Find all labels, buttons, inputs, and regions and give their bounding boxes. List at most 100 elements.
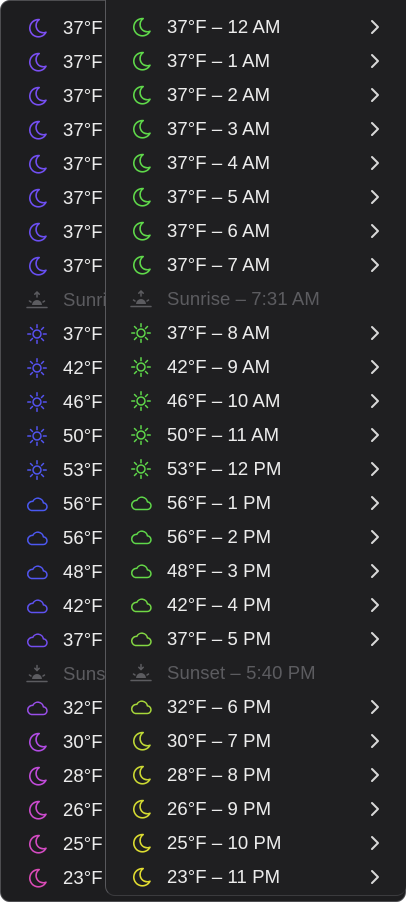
sunset-icon — [25, 662, 49, 686]
menu-item-label: 37°F — [63, 119, 103, 140]
menu-item-label: 48°F – 3 PM — [167, 560, 272, 581]
chevron-right-icon — [369, 19, 381, 35]
menu-item-label: 42°F — [63, 357, 103, 378]
menu-item-label: 25°F – 10 PM — [167, 832, 282, 853]
menu-item[interactable]: 25°F – 10 PM — [106, 825, 406, 859]
menu-item-label: 37°F — [63, 153, 103, 174]
cloud-icon — [129, 559, 153, 583]
menu-item-label: 23°F – 11 PM — [167, 866, 281, 887]
menu-item-label: 46°F — [63, 391, 103, 412]
chevron-right-icon — [369, 325, 381, 341]
menu-item-label: 37°F — [63, 629, 103, 650]
chevron-right-icon — [369, 563, 381, 579]
chevron-right-icon — [369, 189, 381, 205]
menu-item[interactable]: 37°F – 4 AM — [106, 145, 406, 179]
menu-item-label: 37°F — [63, 17, 103, 38]
menu-item-label: 42°F – 4 PM — [167, 594, 272, 615]
menu-item[interactable]: 37°F – 5 AM — [106, 179, 406, 213]
menu-item[interactable]: 42°F – 4 PM — [106, 587, 406, 621]
menu-item-label: 28°F — [63, 765, 103, 786]
moon-icon — [129, 797, 153, 821]
chevron-right-icon — [369, 733, 381, 749]
chevron-right-icon — [369, 155, 381, 171]
chevron-right-icon — [369, 529, 381, 545]
sunrise-icon — [25, 288, 49, 312]
cloud-icon — [25, 560, 49, 584]
menu-item[interactable]: 56°F – 2 PM — [106, 519, 406, 553]
menu-item[interactable]: 42°F – 9 AM — [106, 349, 406, 383]
moon-icon — [25, 798, 49, 822]
menu-item-label: 37°F – 2 AM — [167, 84, 271, 105]
menu-item-label: 50°F – 11 AM — [167, 424, 280, 445]
moon-icon — [129, 83, 153, 107]
cloud-icon — [129, 525, 153, 549]
menu-item[interactable]: 37°F – 1 AM — [106, 43, 406, 77]
menu-item-label: 48°F — [63, 561, 103, 582]
menu-item[interactable]: 37°F – 2 AM — [106, 77, 406, 111]
moon-icon — [129, 15, 153, 39]
sun-icon — [129, 355, 153, 379]
moon-icon — [25, 866, 49, 890]
menu-item-label: 32°F — [63, 697, 103, 718]
menu-item-label: 53°F — [63, 459, 103, 480]
menu-item-label: 50°F — [63, 425, 103, 446]
menu-item[interactable]: 26°F – 9 PM — [106, 791, 406, 825]
menu-item-label: 37°F — [63, 85, 103, 106]
menu-item-label: 30°F – 7 PM — [167, 730, 272, 751]
menu-item-label: Sunset – 5:40 PM — [167, 662, 316, 683]
menu-item-label: 25°F — [63, 833, 103, 854]
sun-icon — [25, 356, 49, 380]
menu-item[interactable]: 50°F – 11 AM — [106, 417, 406, 451]
chevron-right-icon — [369, 427, 381, 443]
moon-icon — [25, 186, 49, 210]
menu-item[interactable]: 37°F – 6 AM — [106, 213, 406, 247]
cloud-icon — [129, 491, 153, 515]
menu-item-label: 37°F – 12 AM — [167, 16, 281, 37]
moon-icon — [25, 764, 49, 788]
menu-item[interactable]: 37°F – 8 AM — [106, 315, 406, 349]
chevron-right-icon — [369, 495, 381, 511]
moon-icon — [129, 151, 153, 175]
moon-icon — [25, 832, 49, 856]
cloud-icon — [25, 526, 49, 550]
sun-icon — [25, 390, 49, 414]
cloud-icon — [25, 594, 49, 618]
menu-item-label: 37°F – 8 AM — [167, 322, 271, 343]
menu-item[interactable]: 46°F – 10 AM — [106, 383, 406, 417]
menu-item-label: 37°F — [63, 255, 103, 276]
sunrise-icon — [129, 287, 153, 311]
sun-icon — [25, 322, 49, 346]
chevron-right-icon — [369, 869, 381, 885]
chevron-right-icon — [369, 257, 381, 273]
moon-icon — [25, 84, 49, 108]
menu-item-label: 37°F — [63, 51, 103, 72]
menu-item-label: 42°F – 9 AM — [167, 356, 271, 377]
menu-item-label: 37°F – 6 AM — [167, 220, 271, 241]
menu-item[interactable]: 32°F – 6 PM — [106, 689, 406, 723]
menu-item-label: 37°F — [63, 187, 103, 208]
chevron-right-icon — [369, 223, 381, 239]
moon-icon — [25, 152, 49, 176]
menu-item[interactable]: 48°F – 3 PM — [106, 553, 406, 587]
menu-item[interactable]: 37°F – 3 AM — [106, 111, 406, 145]
menu-item[interactable]: 56°F – 1 PM — [106, 485, 406, 519]
menu-item[interactable]: 37°F – 5 PM — [106, 621, 406, 655]
menu-item[interactable]: 37°F – 7 AM — [106, 247, 406, 281]
menu-item[interactable]: 53°F – 12 PM — [106, 451, 406, 485]
moon-icon — [25, 220, 49, 244]
sun-icon — [25, 424, 49, 448]
cloud-icon — [25, 696, 49, 720]
menu-item-label: 37°F – 7 AM — [167, 254, 271, 275]
menu-item[interactable]: 28°F – 8 PM — [106, 757, 406, 791]
menu-item[interactable]: 37°F – 12 AM — [106, 9, 406, 43]
chevron-right-icon — [369, 835, 381, 851]
menu-item[interactable]: 23°F – 11 PM — [106, 859, 406, 893]
chevron-right-icon — [369, 801, 381, 817]
menu-item[interactable]: 30°F – 7 PM — [106, 723, 406, 757]
sun-icon — [25, 458, 49, 482]
chevron-right-icon — [369, 359, 381, 375]
menu-item-label: 37°F – 3 AM — [167, 118, 271, 139]
menu-item-label: 23°F — [63, 867, 103, 888]
moon-icon — [129, 117, 153, 141]
moon-icon — [129, 253, 153, 277]
